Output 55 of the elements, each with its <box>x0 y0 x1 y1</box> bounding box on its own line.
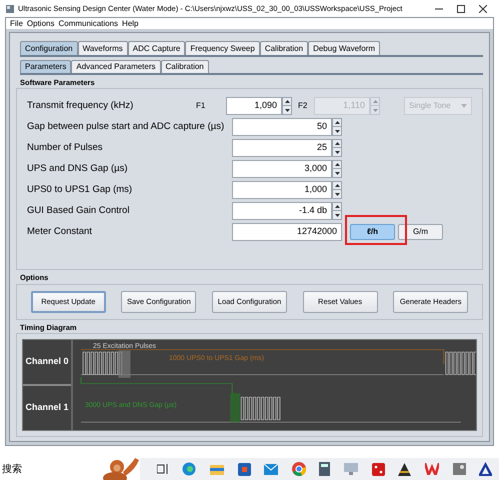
spinner-buttons[interactable] <box>332 202 342 220</box>
spinner-buttons[interactable] <box>332 118 342 136</box>
tab[interactable]: Calibration <box>260 41 308 55</box>
calculator-icon[interactable] <box>319 462 330 476</box>
tab[interactable]: Configuration <box>20 41 78 55</box>
subtab[interactable]: Parameters <box>20 60 72 73</box>
dice-icon[interactable] <box>372 462 385 476</box>
tab[interactable]: Waveforms <box>78 41 128 55</box>
office-icon[interactable] <box>424 463 439 475</box>
highlight-box <box>345 214 407 245</box>
parameter-label: Meter Constant <box>27 224 93 239</box>
number-field[interactable]: -1.4 db <box>232 202 332 220</box>
parameter-label: UPS0 to UPS1 Gap (ms) <box>27 182 134 197</box>
task-view-icon[interactable] <box>156 464 169 474</box>
mail-icon[interactable] <box>264 464 278 474</box>
number-field[interactable]: 1,000 <box>232 180 332 199</box>
unit-button[interactable]: G/m <box>398 224 443 240</box>
spinner-buttons[interactable] <box>332 160 342 178</box>
font-app-icon[interactable] <box>479 462 492 476</box>
chrome-icon[interactable] <box>292 462 306 476</box>
f1-label: F1 <box>196 100 206 112</box>
number-field[interactable]: 50 <box>232 118 332 136</box>
spinner-buttons[interactable] <box>282 96 292 115</box>
unit-button[interactable]: ℓ/h <box>350 224 395 240</box>
number-field[interactable]: 1,090 <box>226 96 282 115</box>
parameter-label: Number of Pulses <box>27 140 104 155</box>
parameter-label: GUI Based Gain Control <box>27 204 130 218</box>
spinner-buttons[interactable] <box>332 138 342 157</box>
number-field[interactable]: 3,000 <box>232 160 332 178</box>
tab[interactable]: Frequency Sweep <box>185 41 260 55</box>
subtab[interactable]: Advanced Parameters <box>71 60 161 73</box>
search-box[interactable]: 搜索 <box>0 458 95 480</box>
tab[interactable]: ADC Capture <box>128 41 186 55</box>
spinner-buttons[interactable] <box>332 180 342 199</box>
parameter-label: Transmit frequency (kHz) <box>27 98 134 113</box>
channel-label: Channel 0 <box>25 355 68 368</box>
browser-icon[interactable] <box>182 462 196 476</box>
store-icon[interactable] <box>238 462 251 476</box>
channel-label: Channel 1 <box>25 401 68 414</box>
maximize-icon[interactable] <box>457 4 465 12</box>
tab[interactable]: Debug Waveform <box>308 41 380 55</box>
close-icon[interactable] <box>479 4 487 12</box>
parameter-label: UPS and DNS Gap (µs) <box>27 162 129 176</box>
menu-item[interactable]: File <box>10 18 23 30</box>
parameter-label: Gap between pulse start and ADC capture (µs) <box>27 120 226 134</box>
number-field[interactable]: 12742000 <box>232 222 342 241</box>
menu-item[interactable]: Communications <box>58 18 118 30</box>
number-field[interactable]: 25 <box>232 138 332 157</box>
app-icon <box>6 4 14 12</box>
menu-item[interactable]: Options <box>26 18 54 30</box>
folder-icon[interactable] <box>210 463 224 475</box>
f2-label: F2 <box>298 100 308 112</box>
dropdown-arrow-icon <box>461 104 467 108</box>
menu-item[interactable]: Help <box>122 18 138 30</box>
subtab[interactable]: Calibration <box>160 60 209 73</box>
